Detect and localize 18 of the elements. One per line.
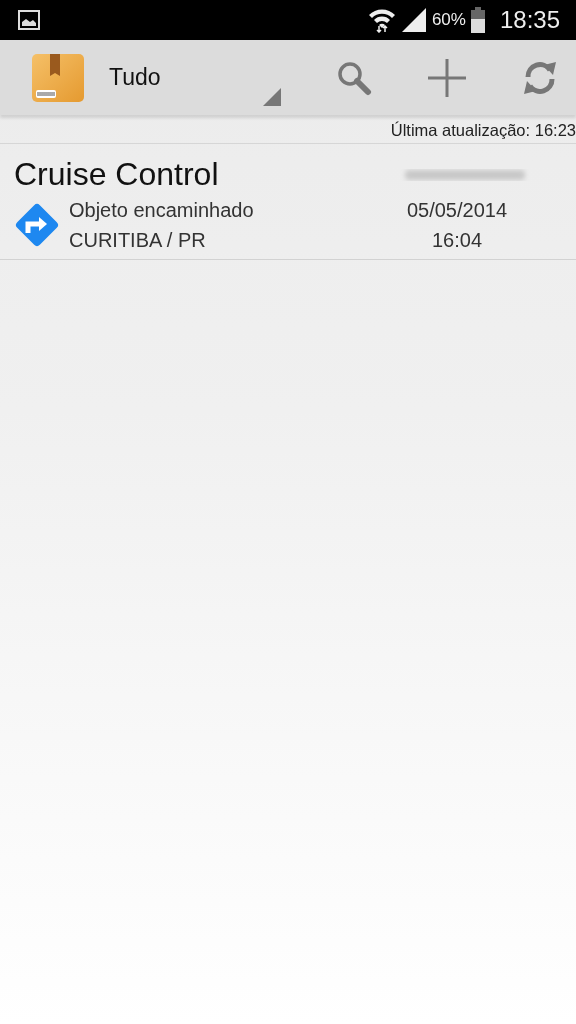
battery-percentage: 60% xyxy=(431,10,466,30)
dropdown-corner-icon xyxy=(263,87,281,106)
clock: 18:35 xyxy=(499,6,560,34)
filter-dropdown[interactable]: Tudo xyxy=(109,47,281,108)
package-box-icon[interactable] xyxy=(32,53,84,102)
battery-icon xyxy=(470,7,485,33)
image-icon xyxy=(18,10,40,30)
package-item[interactable]: Cruise Control Objeto encaminhado CURITIBA / PR 05/05/2014 16:04 xyxy=(0,144,576,260)
status-text: Objeto encaminhado xyxy=(69,198,255,223)
package-name: Cruise Control xyxy=(14,156,219,193)
wifi-icon xyxy=(367,7,396,33)
location-text: CURITIBA / PR xyxy=(69,228,207,253)
time-text: 16:04 xyxy=(431,228,483,253)
add-icon[interactable] xyxy=(428,58,466,97)
date-text: 05/05/2014 xyxy=(406,198,508,223)
last-update-text: Última atualização: 16:23 xyxy=(390,121,576,141)
search-icon[interactable] xyxy=(336,59,372,96)
signal-icon xyxy=(400,7,427,33)
